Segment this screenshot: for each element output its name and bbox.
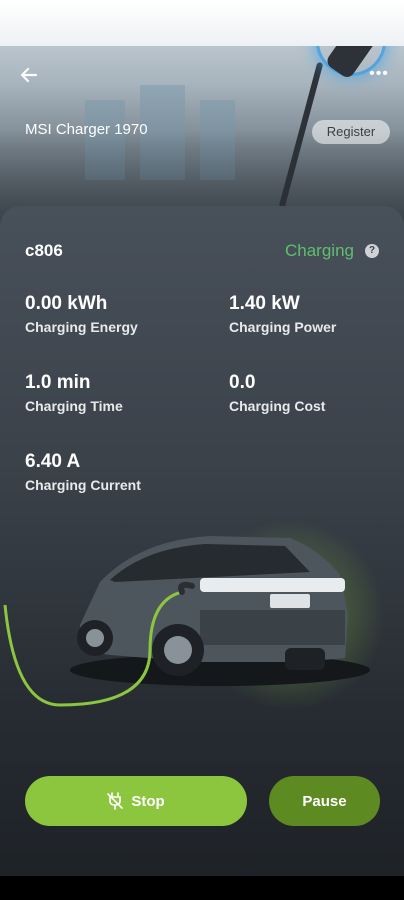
metric-charging-current: 6.40 A Charging Current bbox=[25, 451, 195, 493]
metric-charging-energy: 0.00 kWh Charging Energy bbox=[25, 293, 195, 335]
more-button[interactable]: ••• bbox=[366, 62, 392, 86]
metric-label: Charging Power bbox=[229, 319, 337, 335]
metric-value: 6.40 A bbox=[25, 451, 81, 472]
help-circle-icon[interactable]: ? bbox=[365, 244, 379, 258]
metric-charging-power: 1.40 kW Charging Power bbox=[229, 293, 399, 335]
metric-charging-cost: 0.0 Charging Cost bbox=[229, 372, 399, 414]
ev-car-image bbox=[3, 520, 385, 710]
back-button[interactable] bbox=[16, 62, 42, 88]
metric-charging-time: 1.0 min Charging Time bbox=[25, 372, 195, 414]
arrow-left-icon bbox=[20, 67, 38, 83]
metric-label: Charging Energy bbox=[25, 319, 138, 335]
car-illustration bbox=[0, 520, 404, 730]
metric-label: Charging Current bbox=[25, 477, 141, 493]
session-id: c806 bbox=[25, 241, 63, 260]
pause-button[interactable]: Pause bbox=[269, 776, 380, 826]
plug-off-icon bbox=[107, 792, 124, 810]
metric-label: Charging Time bbox=[25, 398, 123, 414]
pause-label: Pause bbox=[302, 792, 347, 810]
metric-label: Charging Cost bbox=[229, 398, 326, 414]
status-bar bbox=[0, 0, 404, 46]
navigation-bar bbox=[0, 876, 404, 900]
metric-value: 1.0 min bbox=[25, 372, 91, 393]
stop-button[interactable]: Stop bbox=[25, 776, 247, 826]
stop-label: Stop bbox=[131, 792, 165, 810]
more-dots-icon: ••• bbox=[369, 65, 389, 82]
register-button[interactable]: Register bbox=[312, 120, 390, 144]
charging-status: Charging bbox=[285, 241, 354, 260]
metric-value: 0.00 kWh bbox=[25, 293, 108, 314]
metric-value: 1.40 kW bbox=[229, 293, 300, 314]
charger-name: MSI Charger 1970 bbox=[25, 121, 148, 138]
metric-value: 0.0 bbox=[229, 372, 256, 393]
